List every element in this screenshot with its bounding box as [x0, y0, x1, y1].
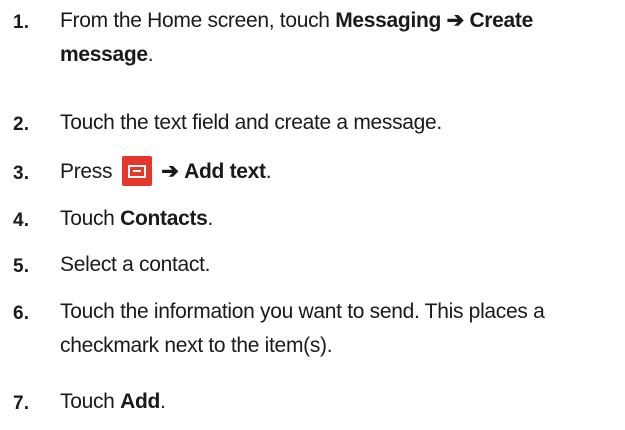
ui-label-add-text: Add text [184, 160, 266, 183]
step-text: Touch Add. [60, 390, 166, 413]
ui-label-message: message [60, 43, 148, 66]
step-text: From the Home screen, touch Messaging ➔ … [60, 9, 534, 66]
step-number: 2. [13, 114, 30, 135]
ui-label-add: Add [120, 390, 160, 413]
step-number: 4. [13, 210, 30, 231]
step-number: 1. [13, 12, 30, 33]
step-text: Touch the information you want to send. … [60, 300, 545, 357]
ui-label-messaging: Messaging [335, 9, 442, 32]
arrow-icon: ➔ [446, 9, 465, 32]
step-number: 3. [13, 163, 30, 184]
step-number: 7. [13, 393, 30, 414]
step-text: Press ➔ Add text. [60, 155, 620, 189]
menu-key-icon [121, 156, 152, 186]
ui-label-contacts: Contacts [120, 207, 208, 230]
step-number: 6. [13, 303, 30, 324]
step-number: 5. [13, 256, 30, 277]
step-text: Touch Contacts. [60, 207, 214, 230]
arrow-icon: ➔ [161, 160, 179, 183]
step-text: Select a contact. [60, 253, 211, 276]
step-text: Touch the text field and create a messag… [60, 111, 442, 134]
ui-label-create: Create [469, 9, 534, 32]
